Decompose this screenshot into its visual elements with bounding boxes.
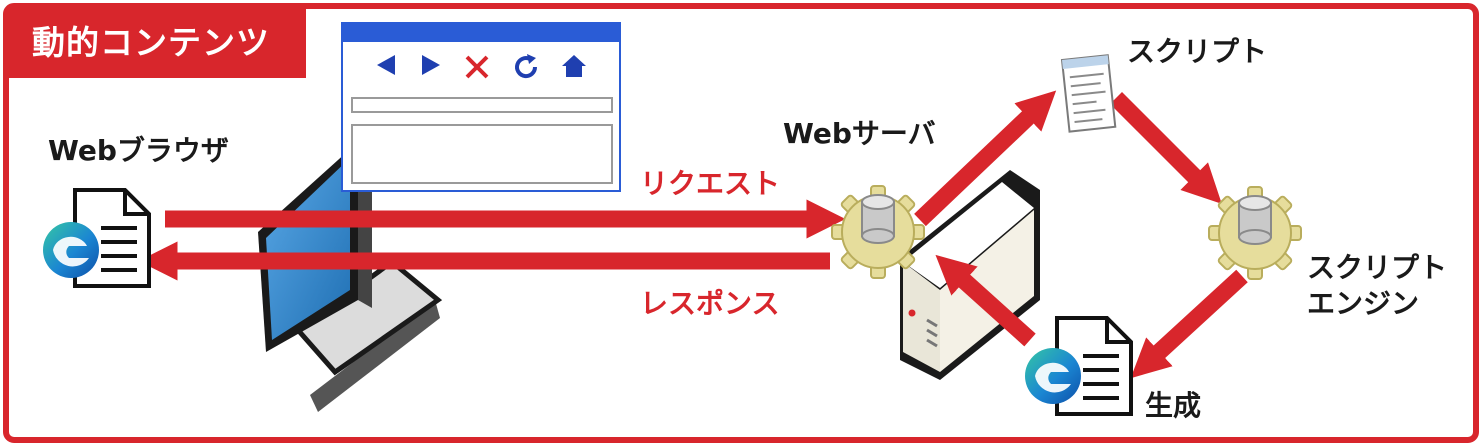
script-engine-label-line2: エンジン [1307,287,1420,320]
reload-icon [515,54,538,79]
back-icon [377,55,395,75]
browser-address-bar [351,97,613,113]
generated-label: 生成 [1145,389,1202,422]
title-tab: 動的コンテンツ [6,6,306,78]
forward-icon [422,55,440,75]
diagram-title: 動的コンテンツ [32,23,270,62]
response-label: レスポンス [640,287,780,320]
browser-titlebar [343,24,619,42]
request-label: リクエスト [640,167,781,200]
browser-window [341,22,621,192]
script-label: スクリプト [1127,35,1268,68]
script-engine-label-line1: スクリプト [1307,251,1448,284]
script-file-icon [1060,54,1117,133]
browser-content-area [351,124,613,184]
home-icon [562,55,586,77]
server-gear-icon [831,185,925,279]
browser-label: Webブラウザ [48,134,229,167]
web-server-label: Webサーバ [783,117,936,150]
stop-icon [465,55,489,79]
engine-gear-icon [1208,186,1302,280]
dynamic-content-diagram: 動的コンテンツ Webブラウザ リクエスト レスポンス Webサーバ スクリプト… [0,0,1482,446]
